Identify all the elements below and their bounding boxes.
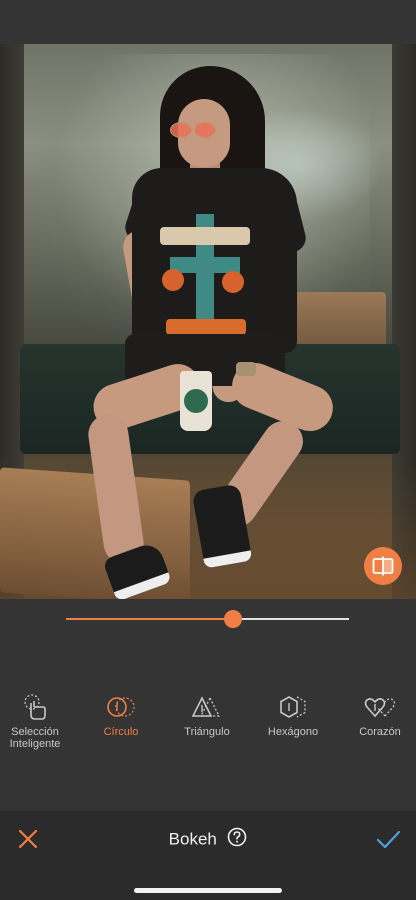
tool-label: Hexágono xyxy=(267,726,319,738)
checkmark-icon xyxy=(376,830,401,849)
triangle-icon xyxy=(192,696,221,717)
circle-icon xyxy=(107,697,135,717)
compare-button[interactable] xyxy=(364,547,402,585)
smart-select-icon xyxy=(24,694,46,720)
photo-canvas[interactable] xyxy=(0,44,416,599)
top-bar xyxy=(0,0,416,44)
split-compare-icon xyxy=(372,556,394,576)
tool-heart[interactable]: Corazón xyxy=(340,688,416,738)
tool-label: Selección Inteligente xyxy=(9,726,61,750)
tool-smart-selection[interactable]: Selección Inteligente xyxy=(0,688,75,750)
shirt-graphic xyxy=(160,209,250,344)
intensity-slider[interactable] xyxy=(66,608,349,630)
panel-title: Bokeh xyxy=(168,829,217,849)
tool-label: Círculo xyxy=(103,726,139,738)
slider-thumb[interactable] xyxy=(223,610,242,628)
tool-triangle[interactable]: Triángulo xyxy=(167,688,247,738)
confirm-button[interactable] xyxy=(374,825,402,853)
tool-label: Corazón xyxy=(359,726,401,738)
question-circle-icon xyxy=(228,827,247,847)
heart-icon xyxy=(364,698,396,718)
bottom-bar: Bokeh xyxy=(0,811,416,900)
home-indicator xyxy=(134,888,282,893)
photo-subject xyxy=(0,44,416,599)
hexagon-icon xyxy=(280,696,306,718)
tool-circle[interactable]: Círculo xyxy=(81,688,161,738)
tool-hexagon[interactable]: Hexágono xyxy=(253,688,333,738)
help-button[interactable] xyxy=(227,827,247,852)
cup xyxy=(180,371,212,431)
slider-fill xyxy=(66,618,233,620)
tool-label: Triángulo xyxy=(184,726,230,738)
